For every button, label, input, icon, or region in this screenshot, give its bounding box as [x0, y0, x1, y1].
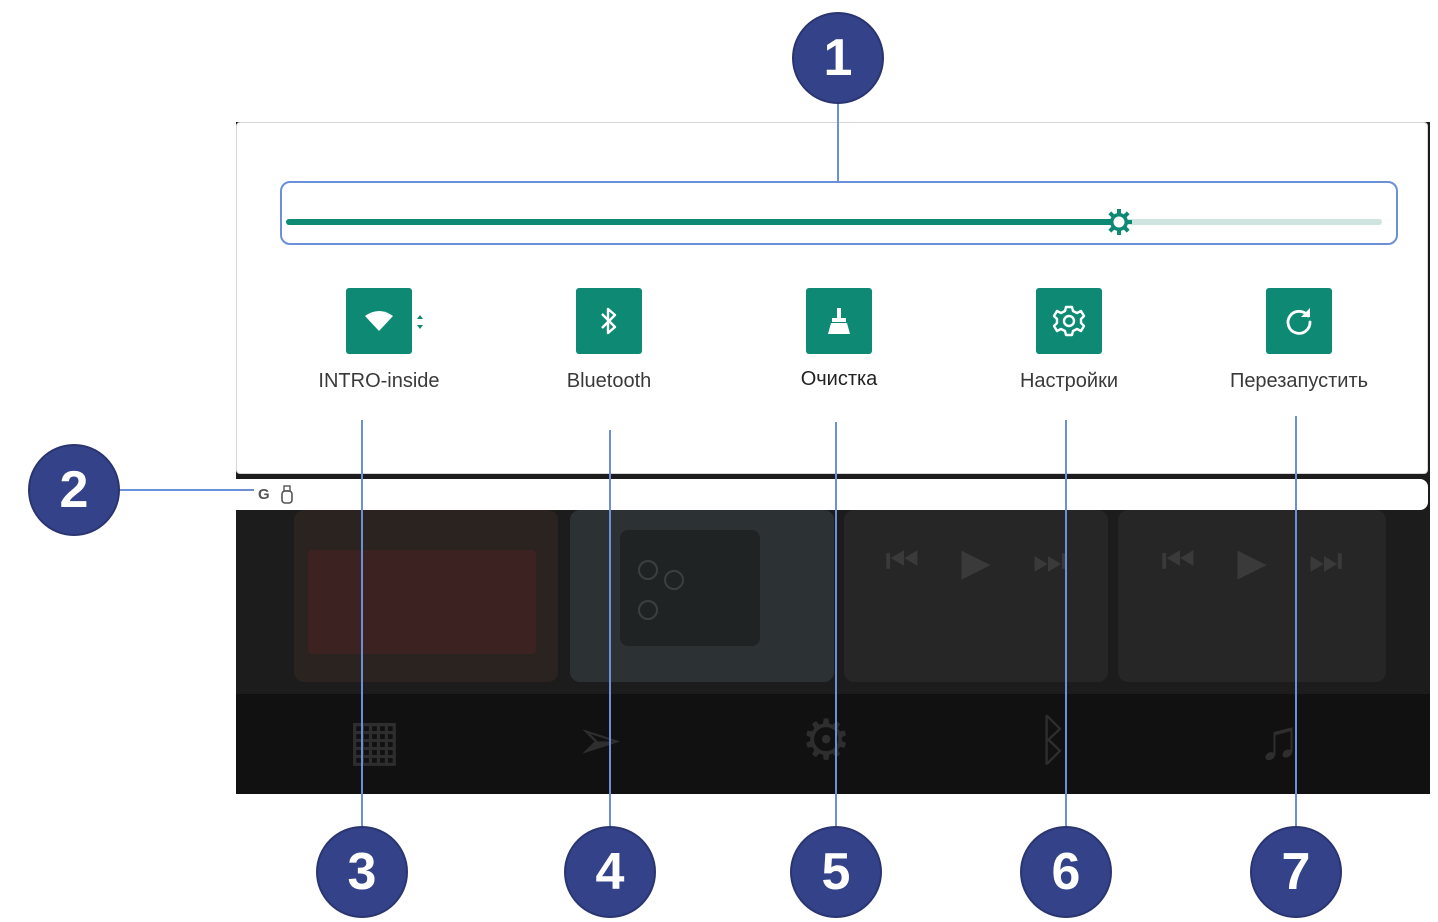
brightness-slider[interactable]: [280, 181, 1398, 245]
clean-button[interactable]: [806, 288, 872, 354]
tile-restart[interactable]: Перезапустить: [1199, 288, 1399, 393]
slider-track[interactable]: [286, 209, 1382, 235]
callout-badge-7: 7: [1252, 828, 1340, 916]
gear-icon: [1052, 305, 1086, 337]
status-bar: G: [236, 479, 1428, 510]
prev-icon: ⏮: [1161, 540, 1196, 582]
restart-icon: [1286, 308, 1312, 335]
usb-icon: [280, 484, 293, 504]
play-icon: ▶: [961, 542, 991, 584]
tile-wifi[interactable]: INTRO-inside: [279, 288, 479, 393]
settings-icon: ⚙: [801, 708, 852, 771]
callout-badge-5: 5: [792, 828, 880, 916]
brightness-gear-icon[interactable]: [1105, 208, 1133, 236]
callout-line-6: [1065, 420, 1067, 840]
next-icon: ⏭: [1032, 540, 1067, 582]
tile-restart-label: Перезапустить: [1229, 370, 1369, 392]
callout-line-5: [835, 422, 837, 840]
tile-wifi-label: INTRO-inside: [318, 370, 440, 392]
slider-fill: [286, 219, 1119, 225]
tile-settings[interactable]: Настройки: [969, 288, 1169, 393]
tile-clean-label: Очистка: [800, 368, 878, 390]
tile-bluetooth-label: Bluetooth: [566, 370, 652, 392]
play-icon: ▶: [1237, 542, 1267, 584]
restart-button[interactable]: [1266, 288, 1332, 354]
bg-media-card: ⏮ ▶ ⏭: [844, 510, 1108, 682]
next-icon: ⏭: [1308, 540, 1343, 582]
tile-settings-label: Настройки: [1019, 370, 1119, 392]
callout-line-4: [609, 430, 611, 840]
bg-bt-media-card: ⏮ ▶ ⏭: [1118, 510, 1386, 682]
google-icon: G: [258, 486, 270, 503]
settings-button[interactable]: [1036, 288, 1102, 354]
wifi-activity-icon: [417, 315, 423, 329]
bg-album-card: [294, 510, 558, 682]
tile-clean[interactable]: Очистка: [739, 288, 939, 391]
bg-dock: ▦ ➢ ⚙ ᛒ ♫: [236, 694, 1430, 794]
callout-line-7: [1295, 416, 1297, 840]
broom-icon: [828, 308, 850, 334]
callout-badge-6: 6: [1022, 828, 1110, 916]
navigation-icon: ➢: [576, 708, 623, 771]
apps-grid-icon: ▦: [348, 708, 401, 771]
bluetooth-icon: [601, 307, 617, 335]
callout-badge-4: 4: [566, 828, 654, 916]
callout-badge-3: 3: [318, 828, 406, 916]
prev-icon: ⏮: [885, 540, 920, 582]
wifi-icon: [365, 311, 393, 331]
callout-line-1: [837, 102, 839, 182]
callout-badge-2: 2: [30, 446, 118, 534]
tile-bluetooth[interactable]: Bluetooth: [509, 288, 709, 393]
callout-line-3: [361, 420, 363, 840]
callout-badge-1: 1: [794, 14, 882, 102]
bluetooth-toggle[interactable]: [576, 288, 642, 354]
callout-line-2: [118, 489, 254, 491]
wifi-toggle[interactable]: [346, 288, 423, 354]
bluetooth-music-icon: ♫: [1258, 708, 1300, 771]
